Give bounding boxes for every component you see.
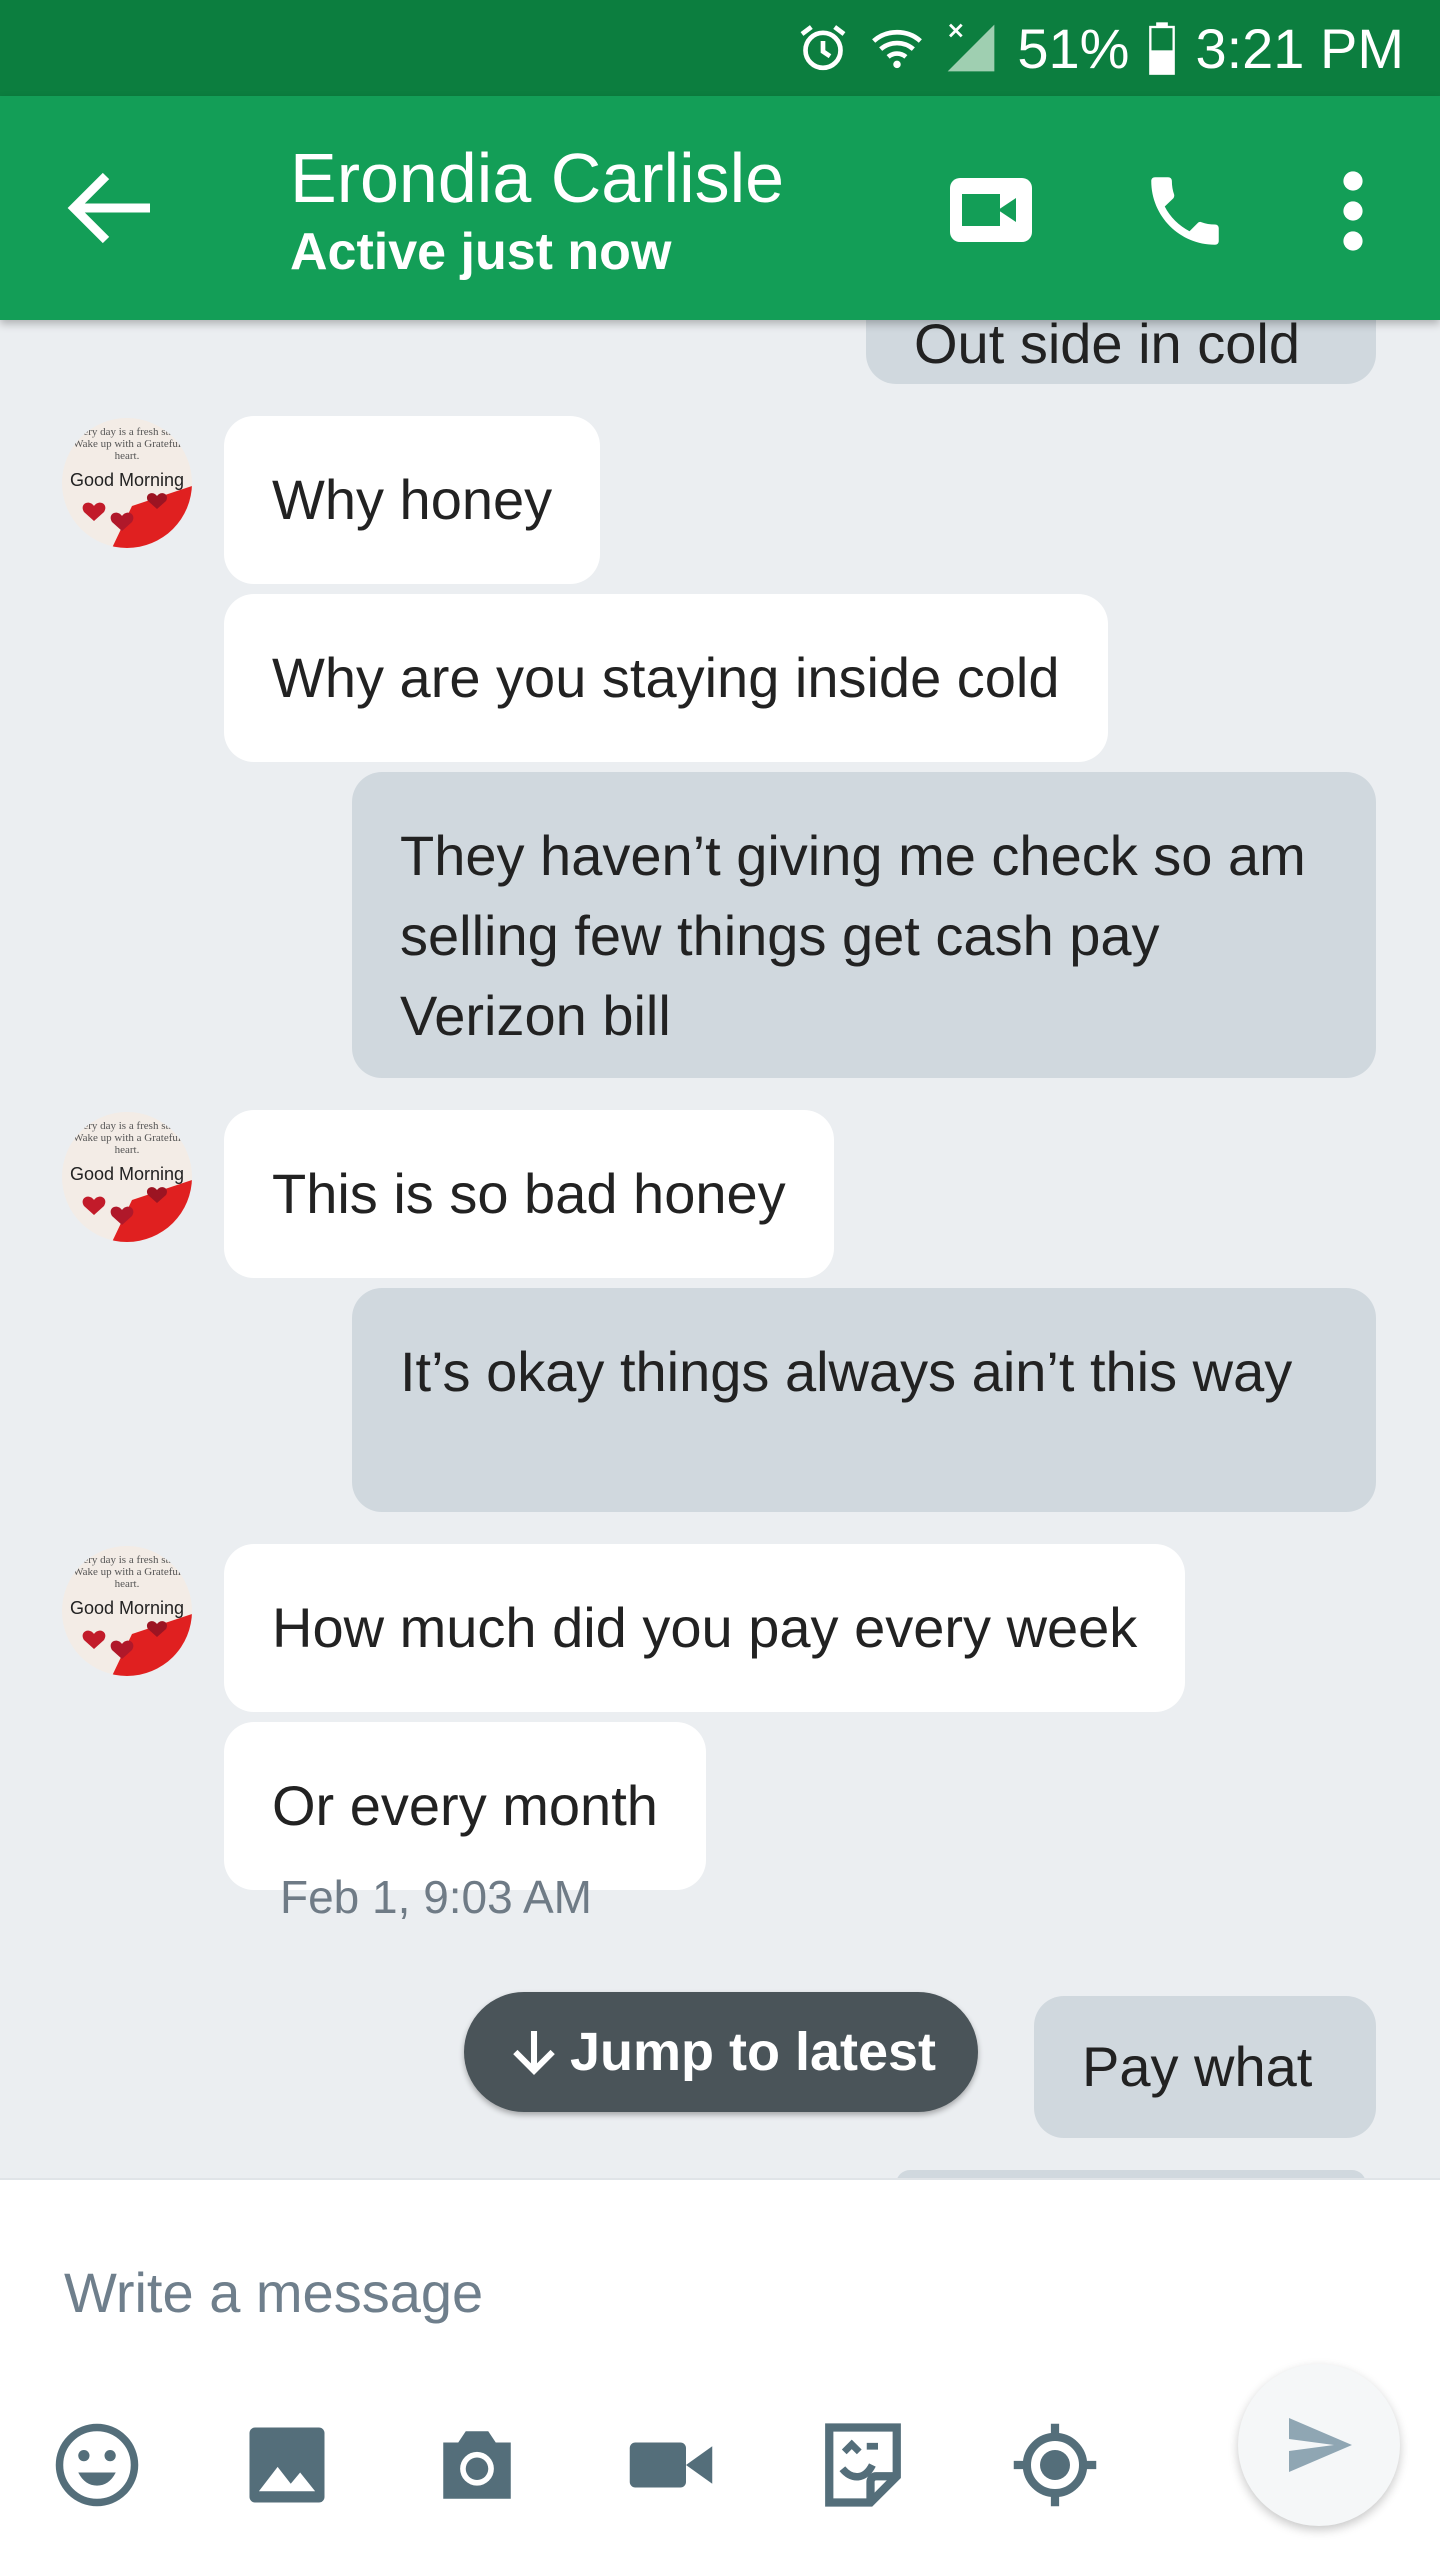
- more-options-button[interactable]: [1326, 166, 1380, 256]
- send-button[interactable]: [1238, 2364, 1400, 2526]
- send-icon: [1289, 2418, 1352, 2472]
- video-call-button[interactable]: [946, 170, 1036, 250]
- location-icon: [1013, 2423, 1097, 2507]
- video-icon: [629, 2442, 713, 2488]
- wifi-icon: [872, 29, 923, 69]
- contact-status: Active just now: [290, 223, 672, 281]
- phone-icon: [1151, 177, 1219, 245]
- message-bubble-outgoing[interactable]: They haven’t giving me check so am selli…: [352, 772, 1376, 1078]
- message-bubble-incoming[interactable]: Why are you staying inside cold: [224, 594, 1108, 762]
- status-bar: 51% 3:21 PM: [0, 0, 1440, 96]
- message-bubble-outgoing[interactable]: Pay what: [1034, 1996, 1376, 2138]
- contact-avatar[interactable]: Every day is a fresh start. Wake up with…: [62, 1112, 192, 1242]
- jump-to-latest-label: Jump to latest: [569, 2022, 937, 2082]
- contact-avatar[interactable]: Every day is a fresh start. Wake up with…: [62, 1546, 192, 1676]
- battery-percent: 51%: [1017, 16, 1130, 80]
- camera-button[interactable]: [432, 2420, 522, 2510]
- contact-name[interactable]: Erondia Carlisle: [290, 138, 784, 218]
- message-bubble-incoming[interactable]: Or every month: [224, 1722, 706, 1890]
- hearts-image: [82, 1614, 192, 1676]
- status-icons: 51% 3:21 PM: [795, 0, 1404, 96]
- arrow-down-icon: [513, 2031, 555, 2075]
- message-input[interactable]: [62, 2236, 1266, 2348]
- hearts-image: [82, 486, 192, 548]
- avatar-wish-text: Every day is a fresh start. Wake up with…: [71, 1120, 183, 1156]
- image-icon: [249, 2427, 325, 2503]
- emoji-icon: [55, 2423, 139, 2507]
- avatar-wish-text: Every day is a fresh start. Wake up with…: [71, 1554, 183, 1590]
- battery-icon: [1149, 22, 1176, 75]
- video-button[interactable]: [626, 2420, 716, 2510]
- signal-icon: [948, 23, 995, 72]
- more-vert-icon: [1343, 171, 1363, 251]
- back-button[interactable]: [62, 168, 162, 248]
- video-call-icon: [950, 178, 1032, 242]
- clock: 3:21 PM: [1195, 16, 1404, 80]
- contact-avatar[interactable]: Every day is a fresh start. Wake up with…: [62, 418, 192, 548]
- hearts-image: [82, 1180, 192, 1242]
- back-arrow-icon: [67, 172, 150, 244]
- message-bubble-outgoing[interactable]: It’s okay things always ain’t this way: [352, 1288, 1376, 1512]
- voice-call-button[interactable]: [1140, 166, 1230, 256]
- conversation-header: Erondia Carlisle Active just now: [0, 96, 1440, 320]
- location-button[interactable]: [1010, 2420, 1100, 2510]
- sticker-button[interactable]: [818, 2420, 908, 2510]
- camera-icon: [443, 2431, 511, 2499]
- emoji-button[interactable]: [52, 2420, 142, 2510]
- message-bubble-incoming[interactable]: How much did you pay every week: [224, 1544, 1186, 1712]
- avatar-wish-text: Every day is a fresh start. Wake up with…: [71, 426, 183, 462]
- message-bubble-incoming[interactable]: Why honey: [224, 416, 601, 584]
- message-timestamp: Feb 1, 9:03 AM: [280, 1871, 592, 1923]
- message-bubble-incoming[interactable]: This is so bad honey: [224, 1110, 834, 1278]
- alarm-icon: [800, 25, 846, 71]
- sticker-icon: [825, 2423, 901, 2507]
- image-button[interactable]: [242, 2420, 332, 2510]
- jump-to-latest-button[interactable]: Jump to latest: [464, 1992, 978, 2112]
- composer: [0, 2178, 1440, 2562]
